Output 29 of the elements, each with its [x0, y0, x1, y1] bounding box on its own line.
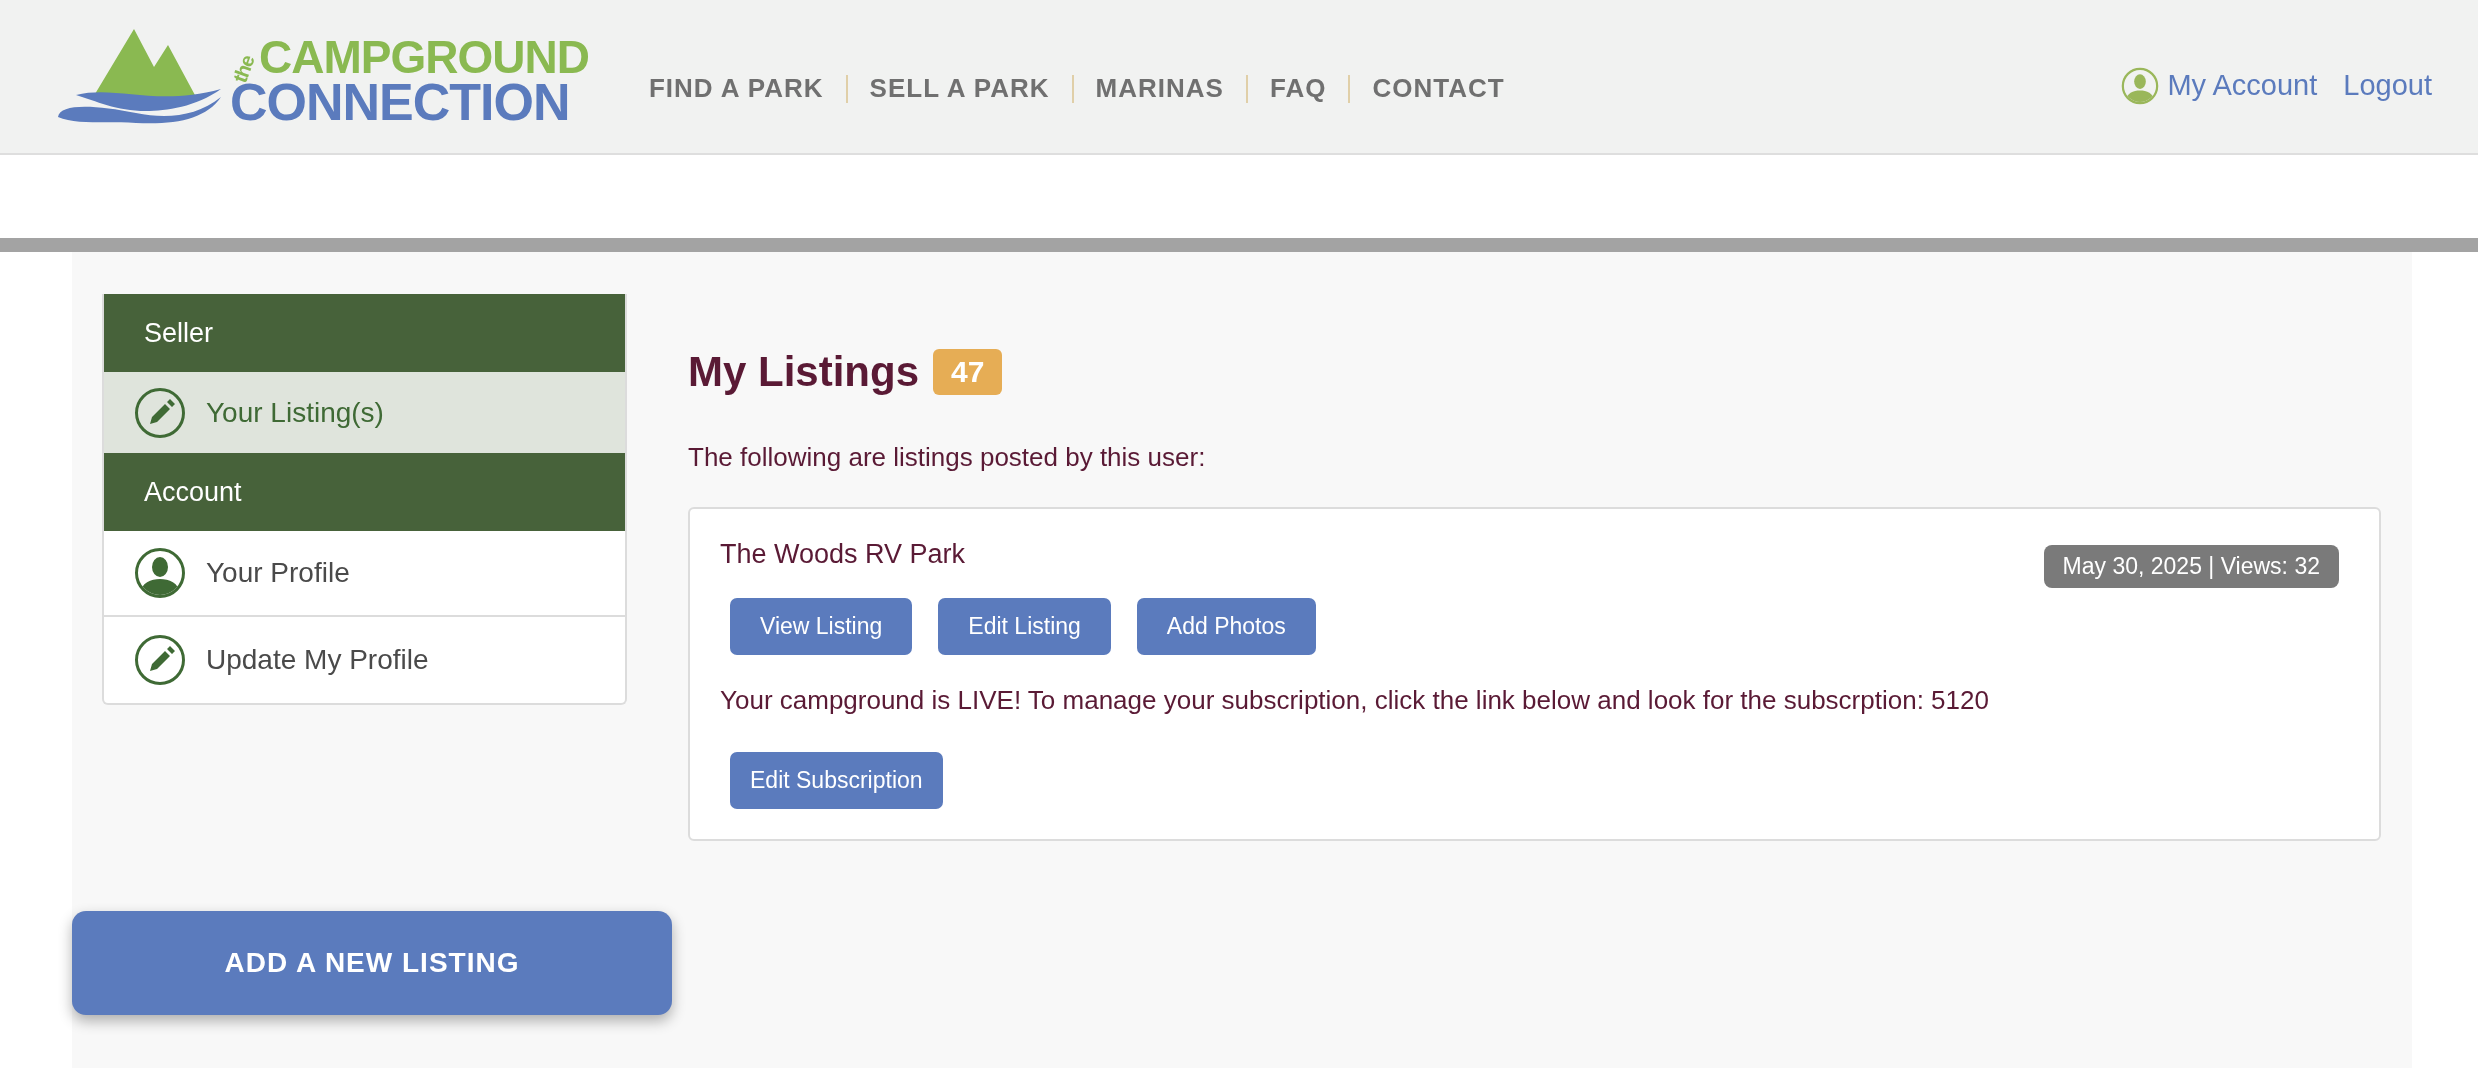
sidebar-item[interactable]: Your Profile: [104, 531, 625, 617]
profile-icon: [134, 547, 186, 599]
section-header: Seller: [104, 294, 625, 372]
nav-link[interactable]: MARINAS: [1095, 73, 1224, 104]
nav-link[interactable]: FIND A PARK: [648, 73, 824, 104]
status-message: Your campground is LIVE! To manage your subscription, click the link below and look for the subscrption: 5120: [720, 685, 1990, 716]
listing-name: The Woods RV Park: [720, 539, 966, 570]
listing-action-button[interactable]: Add Photos: [1136, 598, 1316, 655]
account-icon: [2121, 66, 2160, 105]
nav-link[interactable]: CONTACT: [1372, 73, 1505, 104]
sidebar-item[interactable]: Update My Profile: [104, 617, 625, 703]
nav-link[interactable]: SELL A PARK: [869, 73, 1050, 104]
logout-link[interactable]: Logout: [2343, 69, 2432, 102]
listing-action-button[interactable]: Edit Listing: [938, 598, 1111, 655]
account-link[interactable]: My Account: [2121, 66, 2318, 105]
logo-text: CAMPGROUND: [259, 36, 589, 79]
pencil-icon: [134, 386, 186, 439]
pencil-icon: [134, 634, 186, 686]
listing-action-button[interactable]: View Listing: [730, 598, 913, 655]
date-views-badge: May 30, 2025 | Views: 32: [2043, 545, 2339, 588]
page-title: My Listings: [688, 348, 920, 396]
add-listing-button[interactable]: ADD A NEW LISTING: [72, 911, 672, 1015]
intro-text: The following are listings posted by this user:: [688, 442, 1207, 473]
listing-count: 47: [933, 349, 1003, 395]
edit-subscription-button[interactable]: Edit Subscription: [730, 752, 943, 809]
sidebar-item[interactable]: Your Listing(s): [104, 372, 625, 453]
nav-link[interactable]: FAQ: [1269, 73, 1327, 104]
site-logo[interactable]: the CAMPGROUND CONNECTION: [56, 26, 589, 127]
section-header: Account: [104, 453, 625, 531]
